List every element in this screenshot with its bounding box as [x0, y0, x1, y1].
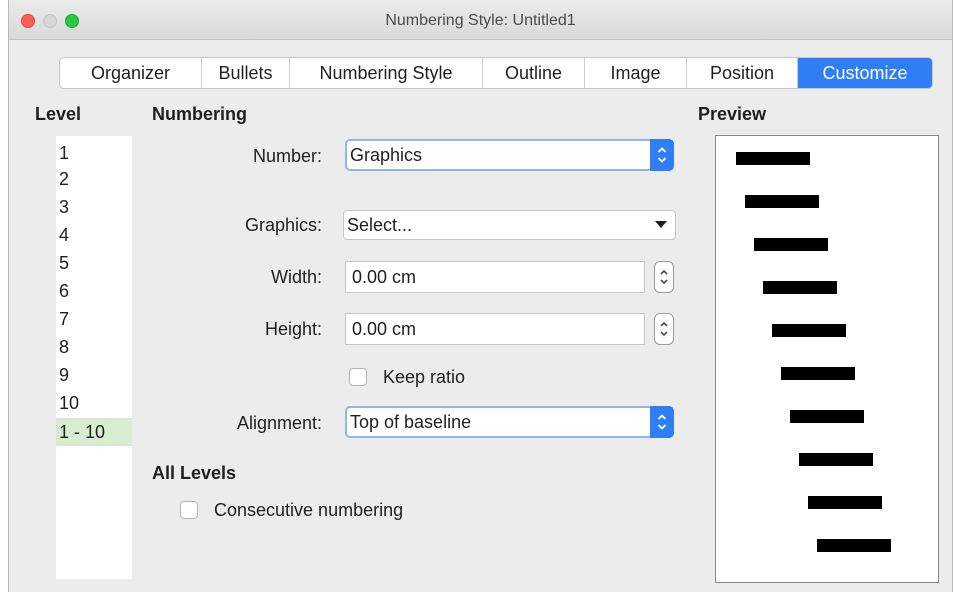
preview-level-2-bar [745, 195, 819, 208]
alignment-select-stepper[interactable] [650, 406, 674, 438]
level-item-1[interactable]: 1 [56, 140, 132, 166]
tab-outline[interactable]: Outline [483, 58, 585, 88]
height-field[interactable]: 0.00 cm [345, 313, 645, 345]
preview-heading: Preview [698, 104, 767, 124]
up-down-chevron-icon [657, 147, 667, 163]
title-bar: Numbering Style: Untitled1 [9, 0, 952, 40]
up-down-chevron-icon [660, 321, 668, 337]
numbering-heading: Numbering [152, 104, 248, 124]
keep-ratio-checkbox[interactable] [349, 368, 367, 386]
height-stepper[interactable] [654, 313, 674, 345]
level-item-8[interactable]: 8 [56, 334, 132, 360]
preview-level-10-bar [817, 539, 891, 552]
preview-level-5-bar [772, 324, 846, 337]
graphics-label: Graphics: [244, 215, 322, 235]
tab-numbering-style[interactable]: Numbering Style [290, 58, 483, 88]
tab-organizer[interactable]: Organizer [60, 58, 202, 88]
preview-panel [715, 135, 939, 583]
consecutive-numbering-label: Consecutive numbering [214, 500, 404, 520]
dropdown-arrow-icon [655, 221, 667, 228]
numbering-style-dialog: Numbering Style: Untitled1 Organizer Bul… [8, 0, 953, 592]
level-item-2[interactable]: 2 [56, 166, 132, 192]
level-item-10[interactable]: 10 [56, 390, 132, 416]
preview-level-8-bar [799, 453, 873, 466]
level-item-6[interactable]: 6 [56, 278, 132, 304]
alignment-select[interactable]: Top of baseline [345, 406, 674, 438]
tab-bullets[interactable]: Bullets [202, 58, 290, 88]
graphics-dropdown[interactable]: Select... [343, 210, 676, 240]
preview-level-7-bar [790, 410, 864, 423]
width-label: Width: [270, 267, 322, 287]
consecutive-numbering-checkbox[interactable] [180, 501, 198, 519]
graphics-dropdown-value: Select... [347, 215, 413, 235]
height-label: Height: [264, 319, 322, 339]
level-item-5[interactable]: 5 [56, 250, 132, 276]
alignment-label: Alignment: [236, 413, 322, 433]
level-item-1-10[interactable]: 1 - 10 [56, 418, 132, 446]
number-select[interactable]: Graphics [345, 139, 674, 171]
keep-ratio-label: Keep ratio [383, 367, 466, 387]
number-label: Number: [252, 146, 322, 166]
tab-customize[interactable]: Customize [798, 58, 932, 88]
tab-position[interactable]: Position [687, 58, 798, 88]
width-field[interactable]: 0.00 cm [345, 261, 645, 293]
preview-level-3-bar [754, 238, 828, 251]
number-select-stepper[interactable] [650, 139, 674, 171]
width-stepper[interactable] [654, 261, 674, 293]
preview-level-9-bar [808, 496, 882, 509]
all-levels-heading: All Levels [152, 463, 237, 483]
level-item-4[interactable]: 4 [56, 222, 132, 248]
up-down-chevron-icon [660, 269, 668, 285]
tab-bar: Organizer Bullets Numbering Style Outlin… [59, 57, 933, 89]
level-item-9[interactable]: 9 [56, 362, 132, 388]
alignment-select-value: Top of baseline [350, 412, 472, 432]
level-item-3[interactable]: 3 [56, 194, 132, 220]
number-select-value: Graphics [350, 145, 423, 165]
window-title: Numbering Style: Untitled1 [385, 12, 576, 29]
preview-level-6-bar [781, 367, 855, 380]
level-list[interactable]: 1 2 3 4 5 6 7 8 9 10 1 - 10 [56, 136, 132, 579]
level-heading: Level [35, 104, 82, 124]
up-down-chevron-icon [657, 414, 667, 430]
level-item-7[interactable]: 7 [56, 306, 132, 332]
preview-level-4-bar [763, 281, 837, 294]
tab-image[interactable]: Image [585, 58, 687, 88]
preview-level-1-bar [736, 152, 810, 165]
